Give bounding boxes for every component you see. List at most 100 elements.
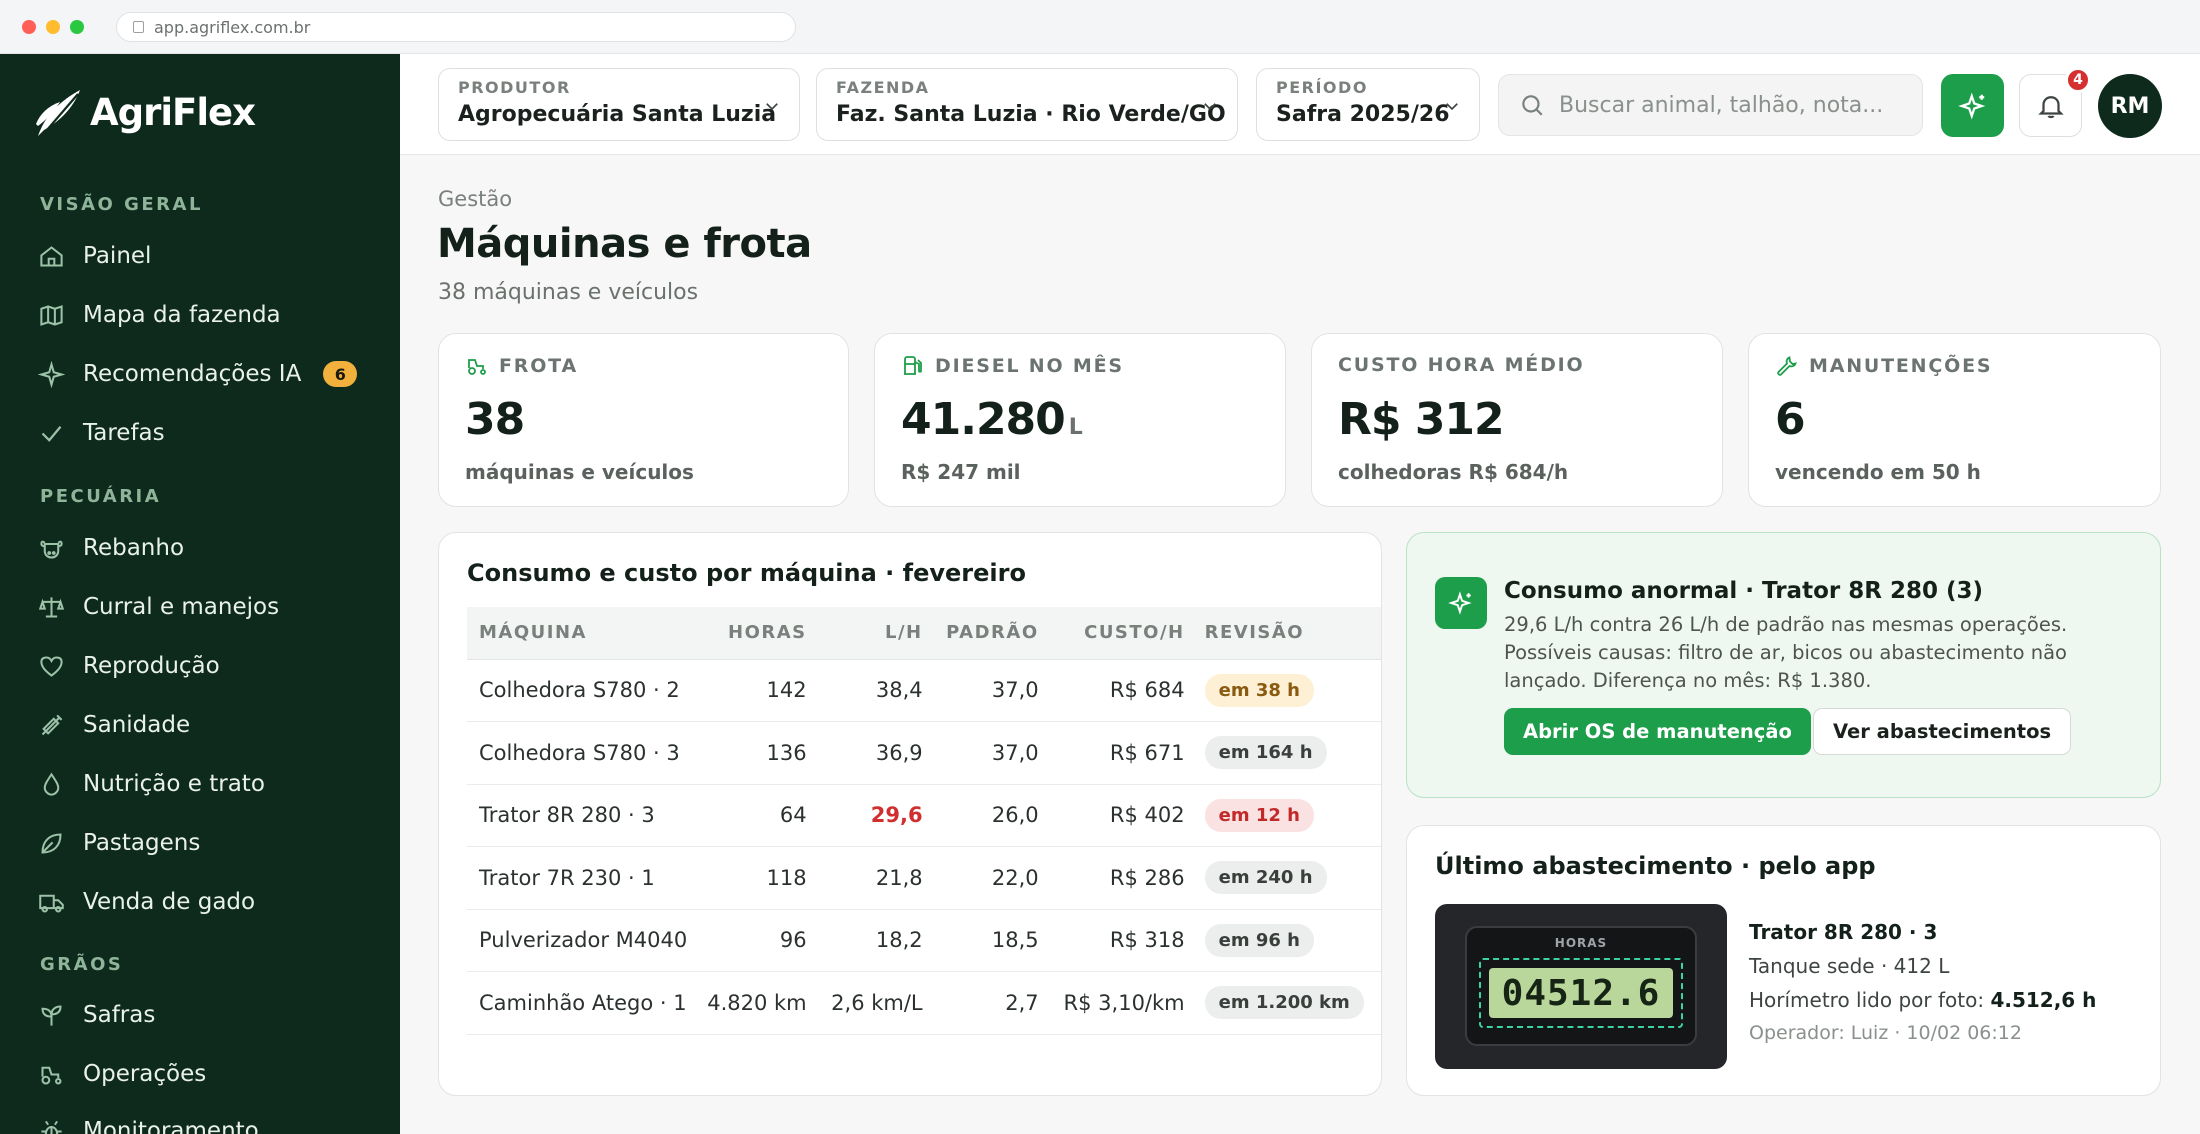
column-header-padrao[interactable]: PADRÃO [932, 607, 1049, 660]
cell-lph: 38,4 [875, 678, 923, 703]
fueling-hourmeter: Horímetro lido por foto: 4.512,6 h [1749, 988, 2097, 1012]
kpi-card-custo-hora: CUSTO HORA MÉDIO R$ 312 colhedoras R$ 68… [1311, 333, 1723, 507]
sparkle-icon [1448, 591, 1472, 615]
cell-machine: Caminhão Atego · 1 [479, 990, 687, 1015]
column-header-custo-h[interactable]: CUSTO/H [1048, 607, 1195, 660]
review-status-pill: em 240 h [1204, 861, 1327, 895]
column-header-maquina[interactable]: MÁQUINA [467, 607, 698, 660]
sidebar-item-venda-de-gado[interactable]: Venda de gado [38, 882, 255, 922]
last-fueling-card: Último abastecimento · pelo app HORAS 04… [1406, 825, 2161, 1096]
window-close-button[interactable] [22, 20, 36, 34]
farm-value: Faz. Santa Luzia · Rio Verde/GO [836, 102, 1226, 127]
brand-logo[interactable]: AgriFlex [34, 84, 256, 140]
sidebar-item-pastagens[interactable]: Pastagens [38, 823, 200, 863]
search-icon [1522, 95, 1543, 116]
producer-selector[interactable]: PRODUTOR Agropecuária Santa Luzia [438, 68, 800, 141]
hourmeter-photo[interactable]: HORAS 04512.6 [1435, 904, 1727, 1069]
heart-icon [40, 655, 63, 677]
address-bar[interactable]: app.agriflex.com.br [116, 12, 796, 42]
sidebar-item-operacoes[interactable]: Operações [38, 1054, 206, 1094]
meter-reading: 04512.6 [1489, 968, 1673, 1018]
anomaly-alert-card: Consumo anormal · Trator 8R 280 (3) 29,6… [1406, 532, 2161, 798]
kpi-unit: L [1068, 415, 1083, 440]
cell-cost: R$ 318 [1109, 928, 1185, 953]
bug-icon [41, 1120, 62, 1134]
hourmeter-value: 4.512,6 h [1990, 988, 2097, 1012]
leaf-logo-icon [36, 90, 80, 139]
window-maximize-button[interactable] [70, 20, 84, 34]
review-status-pill: em 1.200 km [1204, 986, 1364, 1020]
kpi-label: CUSTO HORA MÉDIO [1338, 354, 1585, 376]
cell-standard: 18,5 [991, 928, 1039, 953]
column-header-horas[interactable]: HORAS [697, 607, 817, 660]
sidebar-item-monitoramento[interactable]: Monitoramento [38, 1111, 259, 1134]
kpi-card-frota: FROTA 38 máquinas e veículos [438, 333, 849, 507]
review-status-pill: em 38 h [1204, 673, 1314, 707]
open-maintenance-order-button[interactable]: Abrir OS de manutenção [1504, 708, 1811, 755]
column-header-lh[interactable]: L/H [816, 607, 933, 660]
table-title: Consumo e custo por máquina · fevereiro [467, 559, 1026, 587]
ai-assistant-button[interactable] [1941, 74, 2004, 137]
sidebar-item-sanidade[interactable]: Sanidade [38, 705, 190, 745]
sidebar-item-tarefas[interactable]: Tarefas [38, 413, 165, 453]
column-header-revisao[interactable]: REVISÃO [1194, 607, 1381, 660]
kpi-subtitle: máquinas e veículos [465, 460, 694, 484]
table-row[interactable]: Caminhão Atego · 1 4.820 km 2,6 km/L 2,7… [467, 972, 1381, 1034]
sidebar-item-rebanho[interactable]: Rebanho [38, 528, 184, 568]
period-value: Safra 2025/26 [1276, 102, 1450, 127]
farm-selector[interactable]: FAZENDA Faz. Santa Luzia · Rio Verde/GO [816, 68, 1238, 141]
kpi-value: 41.280 L [901, 394, 1083, 445]
sidebar-item-label: Reprodução [83, 653, 220, 679]
review-status-pill: em 12 h [1204, 798, 1314, 832]
sidebar-item-recomendacoes-ia[interactable]: Recomendações IA 6 [38, 354, 358, 394]
breadcrumb[interactable]: Gestão [438, 187, 512, 211]
page-title: Máquinas e frota [437, 221, 812, 267]
search-box[interactable] [1498, 74, 1923, 136]
sidebar-item-safras[interactable]: Safras [38, 995, 155, 1035]
kpi-card-manutencoes: MANUTENÇÕES 6 vencendo em 50 h [1748, 333, 2161, 507]
bell-icon [2037, 95, 2064, 118]
kpi-value: R$ 312 [1338, 394, 1505, 445]
page-subtitle: 38 máquinas e veículos [438, 280, 699, 305]
table-row[interactable]: Trator 8R 280 · 3 64 29,6 26,0 R$ 402 em… [467, 784, 1381, 847]
machine-consumption-table: MÁQUINA HORAS L/H PADRÃO CUSTO/H REVISÃO… [467, 607, 1381, 1035]
cell-standard: 22,0 [991, 865, 1039, 890]
period-selector[interactable]: PERÍODO Safra 2025/26 [1256, 68, 1480, 141]
kpi-label: DIESEL NO MÊS [935, 355, 1124, 377]
recommendations-count-badge: 6 [323, 361, 358, 387]
view-fuelings-button[interactable]: Ver abastecimentos [1813, 708, 2072, 755]
leaf-icon [41, 832, 62, 854]
farm-label: FAZENDA [836, 78, 930, 97]
kpi-label: FROTA [499, 355, 578, 377]
sidebar-item-painel[interactable]: Painel [38, 236, 151, 276]
cell-lph: 21,8 [875, 865, 923, 890]
table-row[interactable]: Colhedora S780 · 3 136 36,9 37,0 R$ 671 … [467, 722, 1381, 784]
table-row[interactable]: Colhedora S780 · 2 142 38,4 37,0 R$ 684 … [467, 659, 1381, 722]
kpi-subtitle: vencendo em 50 h [1775, 460, 1981, 484]
syringe-icon [41, 714, 63, 735]
sidebar: AgriFlex VISÃO GERAL Painel Mapa da faze… [0, 54, 400, 1134]
cell-lph: 36,9 [875, 740, 923, 765]
sidebar-item-mapa-da-fazenda[interactable]: Mapa da fazenda [38, 295, 281, 335]
notifications-button[interactable]: 4 [2019, 67, 2091, 137]
review-status-pill: em 164 h [1204, 736, 1327, 770]
user-avatar[interactable]: RM [2098, 74, 2162, 138]
sidebar-item-label: Curral e manejos [83, 594, 280, 620]
map-icon [40, 304, 63, 326]
cell-lph: 18,2 [875, 928, 923, 953]
window-minimize-button[interactable] [46, 20, 60, 34]
cow-icon [40, 540, 63, 559]
sidebar-item-nutricao-e-trato[interactable]: Nutrição e trato [38, 764, 265, 804]
top-bar: PRODUTOR Agropecuária Santa Luzia FAZEND… [400, 54, 2200, 155]
table-row[interactable]: Pulverizador M4040 96 18,2 18,5 R$ 318 e… [467, 909, 1381, 972]
cell-hours: 136 [766, 740, 807, 765]
search-input[interactable] [1559, 92, 1919, 118]
cell-machine: Colhedora S780 · 3 [479, 740, 680, 765]
sidebar-item-curral-e-manejos[interactable]: Curral e manejos [38, 587, 279, 627]
producer-value: Agropecuária Santa Luzia [458, 102, 777, 127]
sidebar-item-reproducao[interactable]: Reprodução [38, 646, 220, 686]
meter-label: HORAS [1554, 936, 1608, 950]
sidebar-item-label: Mapa da fazenda [83, 302, 281, 328]
alert-title: Consumo anormal · Trator 8R 280 (3) [1504, 578, 1983, 604]
table-row[interactable]: Trator 7R 230 · 1 118 21,8 22,0 R$ 286 e… [467, 847, 1381, 909]
